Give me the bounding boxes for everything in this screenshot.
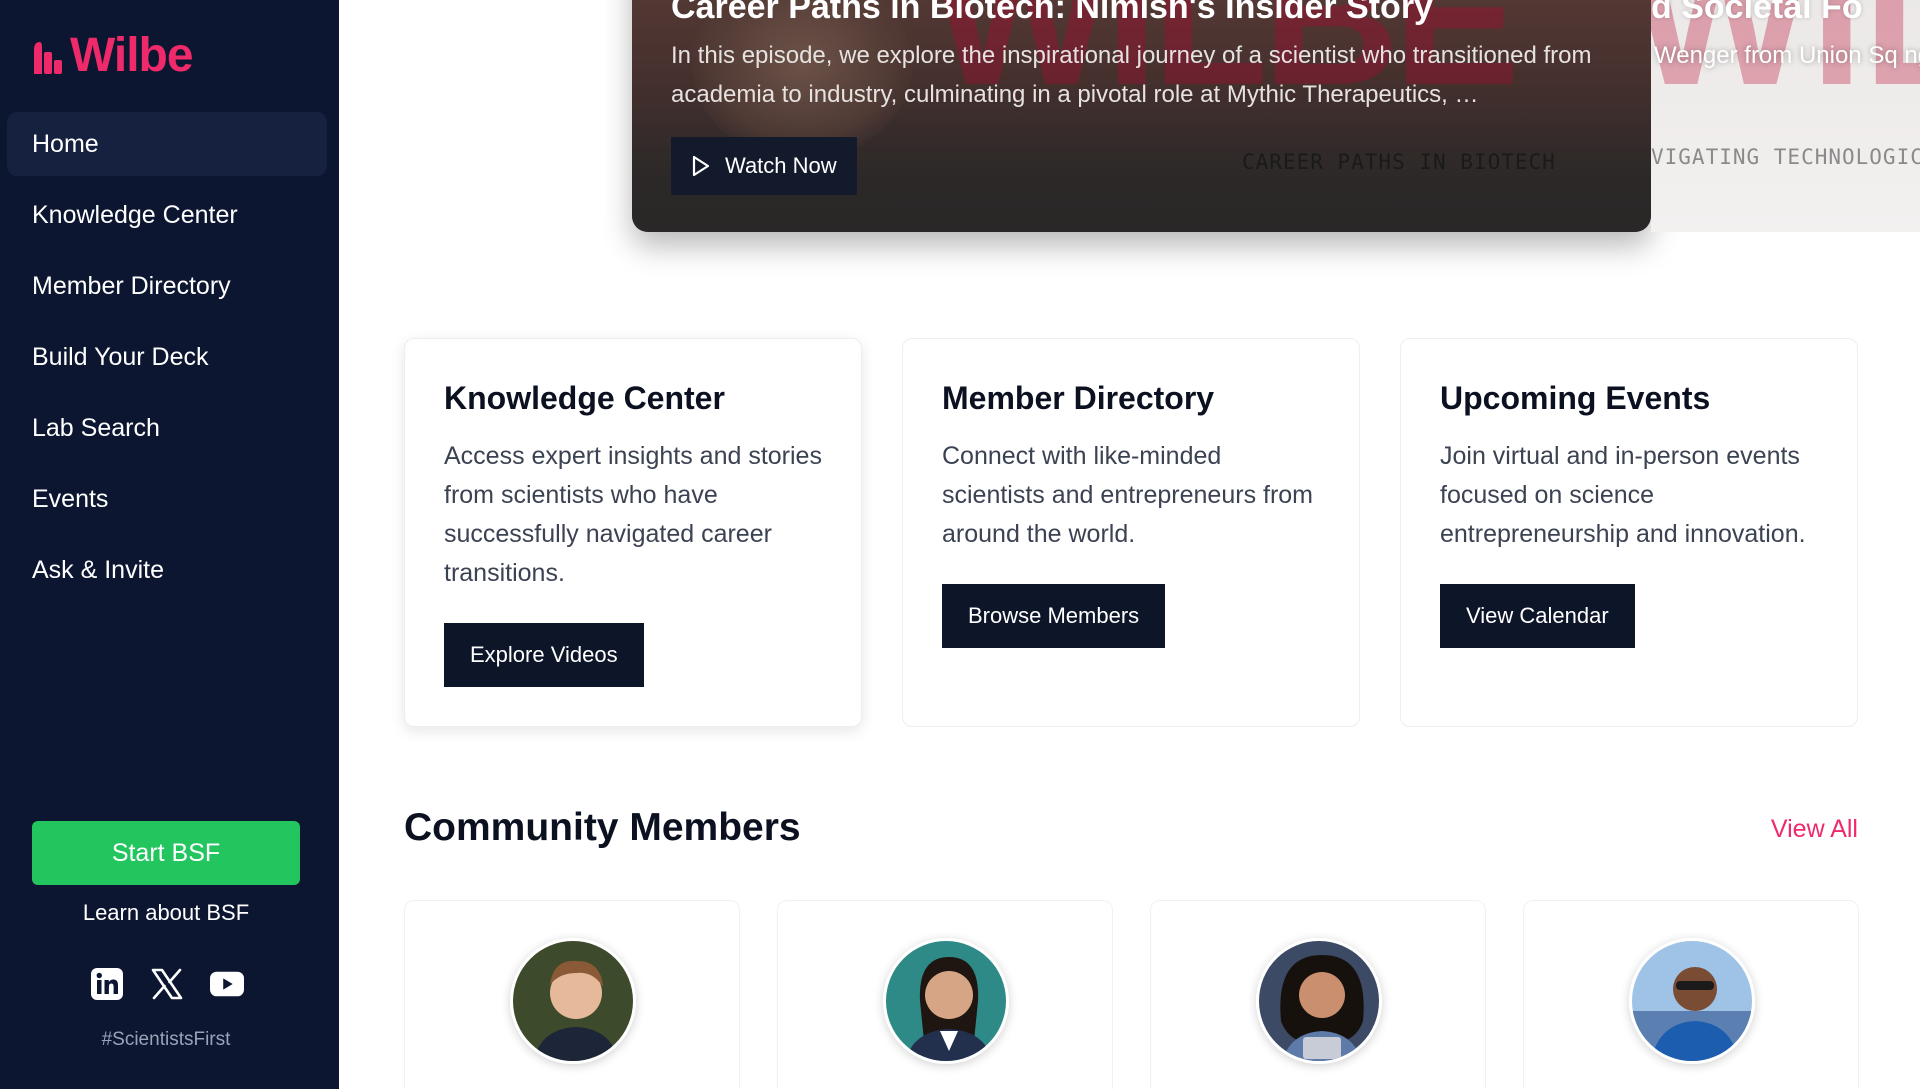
wilbe-logo-icon [34, 42, 62, 74]
avatar [510, 938, 636, 1064]
social-links [90, 967, 244, 1001]
card-text: Join virtual and in-person events focuse… [1440, 442, 1806, 549]
hero-next-description: Wenger from Union Sq ng to understand th… [1654, 42, 1920, 69]
sidebar: Wilbe Home Knowledge Center Member Direc… [0, 0, 339, 1089]
watch-now-label: Watch Now [725, 153, 837, 178]
avatar [883, 938, 1009, 1064]
card-title: Knowledge Center [444, 380, 725, 416]
member-card[interactable] [1150, 900, 1486, 1089]
avatar [1256, 938, 1382, 1064]
wilbe-logo[interactable]: Wilbe [32, 29, 194, 82]
card-text: Connect with like-minded scientists and … [942, 442, 1314, 549]
sidebar-nav: Home Knowledge Center Member Directory B… [7, 112, 327, 609]
upcoming-events-card: Upcoming Events Join virtual and in-pers… [1400, 338, 1858, 727]
hero-caption: CAREER PATHS IN BIOTECH [1242, 150, 1556, 174]
brand-name: Wilbe [70, 29, 194, 82]
sidebar-item-knowledge-center[interactable]: Knowledge Center [7, 183, 327, 247]
play-icon [692, 155, 710, 177]
view-calendar-button[interactable]: View Calendar [1440, 584, 1635, 649]
member-directory-card: Member Directory Connect with like-minde… [902, 338, 1360, 727]
watch-now-button[interactable]: Watch Now [671, 137, 857, 195]
learn-about-bsf-link[interactable]: Learn about BSF [0, 900, 332, 926]
card-title: Member Directory [942, 380, 1215, 416]
view-all-link[interactable]: View All [1771, 815, 1858, 844]
hero-slide-current[interactable]: WILBE Career Paths in Biotech: Nimish's … [632, 0, 1651, 232]
x-icon[interactable] [150, 967, 184, 1001]
linkedin-icon[interactable] [90, 967, 124, 1001]
member-card[interactable] [777, 900, 1113, 1089]
hero-title: Career Paths in Biotech: Nimish's Inside… [671, 0, 1433, 26]
hero-slide-next[interactable]: WILBE d Societal Fo Wenger from Union Sq… [1651, 0, 1920, 232]
member-card[interactable] [404, 900, 740, 1089]
hero-next-title: d Societal Fo [1651, 0, 1863, 26]
browse-members-button[interactable]: Browse Members [942, 584, 1166, 649]
community-members-heading: Community Members [404, 806, 801, 849]
hero-description: In this episode, we explore the inspirat… [671, 42, 1592, 108]
sidebar-item-events[interactable]: Events [7, 467, 327, 531]
youtube-icon[interactable] [210, 967, 244, 1001]
start-bsf-button[interactable]: Start BSF [32, 821, 300, 885]
hashtag-label: #ScientistsFirst [101, 1029, 231, 1050]
card-title: Upcoming Events [1440, 380, 1711, 416]
card-text: Access expert insights and stories from … [444, 442, 822, 588]
knowledge-center-card: Knowledge Center Access expert insights … [404, 338, 862, 727]
hero-next-caption: VIGATING TECHNOLOGIC [1651, 145, 1920, 169]
member-card[interactable] [1523, 900, 1859, 1089]
sidebar-item-home[interactable]: Home [7, 112, 327, 176]
explore-videos-button[interactable]: Explore Videos [444, 623, 644, 688]
sidebar-item-ask-invite[interactable]: Ask & Invite [7, 538, 327, 602]
avatar [1629, 938, 1755, 1064]
sidebar-item-member-directory[interactable]: Member Directory [7, 254, 327, 318]
sidebar-item-build-your-deck[interactable]: Build Your Deck [7, 325, 327, 389]
sidebar-item-lab-search[interactable]: Lab Search [7, 396, 327, 460]
